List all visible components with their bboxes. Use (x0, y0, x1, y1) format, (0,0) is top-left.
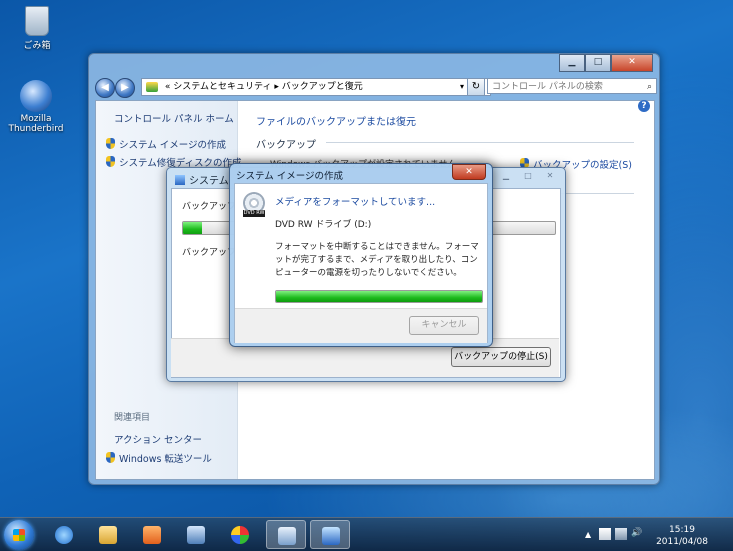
desktop-icon-label: Mozilla Thunderbird (8, 114, 64, 134)
cancel-button: キャンセル (409, 316, 479, 335)
search-placeholder: コントロール パネルの検索 (492, 82, 603, 92)
clock-date: 2011/04/08 (656, 537, 708, 547)
taskbar: ▲ 🔊 15:19 2011/04/08 (0, 517, 733, 551)
address-chevron[interactable]: « (165, 82, 171, 92)
address-dropdown-icon[interactable]: ▾ (460, 79, 464, 95)
shield-icon (106, 138, 115, 149)
windows-logo-icon (13, 529, 25, 541)
clock-time: 15:19 (669, 525, 695, 535)
shield-icon (106, 452, 115, 463)
media-player-icon (143, 526, 161, 544)
close-button[interactable]: ✕ (611, 54, 653, 72)
taskbar-control-panel[interactable] (266, 520, 306, 549)
related-section-title: 関連項目 (114, 413, 151, 423)
dialog-caption-buttons: ▁ □ ✕ (497, 170, 559, 182)
window-caption-buttons: ▁ □ ✕ (559, 54, 653, 72)
taskbar-paint[interactable] (220, 520, 260, 549)
control-panel-icon (278, 527, 296, 545)
dialog-title-text: システム (189, 176, 229, 187)
help-icon[interactable]: ? (638, 100, 650, 112)
back-button[interactable]: ◀ (95, 78, 115, 98)
recycle-bin-icon (25, 6, 49, 36)
internet-explorer-icon (55, 526, 73, 544)
system-image-icon (175, 175, 185, 185)
show-hidden-icons-button[interactable]: ▲ (585, 530, 591, 539)
monitor-icon (187, 526, 205, 544)
close-button[interactable]: ✕ (541, 170, 559, 182)
folder-icon (99, 526, 117, 544)
desktop-icon-thunderbird[interactable]: Mozilla Thunderbird (6, 80, 66, 134)
dialog-title: システム (175, 172, 229, 187)
control-panel-home-link[interactable]: コントロール パネル ホーム (114, 111, 234, 125)
minimize-button[interactable]: ▁ (497, 170, 515, 182)
start-button[interactable] (4, 520, 34, 550)
windows-easy-transfer-link[interactable]: Windows 転送ツール (106, 451, 212, 465)
page-title: ファイルのバックアップまたは復元 (256, 117, 416, 128)
network-icon[interactable] (615, 528, 627, 540)
breadcrumb-backup-restore[interactable]: バックアップと復元 (282, 82, 363, 92)
desktop-icon-recycle-bin[interactable]: ごみ箱 (7, 6, 67, 51)
search-icon[interactable]: ⌕ (647, 79, 652, 95)
format-progress-bar (275, 290, 483, 303)
paint-icon (231, 526, 249, 544)
maximize-button[interactable]: □ (585, 54, 611, 72)
address-bar[interactable]: « システムとセキュリティ ▸ バックアップと復元 ▾ (141, 78, 491, 96)
address-toolbar: ◀ ▶ « システムとセキュリティ ▸ バックアップと復元 ▾ ↻ コントロール… (95, 76, 657, 98)
action-center-flag-icon[interactable] (599, 528, 611, 540)
minimize-button[interactable]: ▁ (559, 54, 585, 72)
taskbar-remote-desktop[interactable] (176, 520, 216, 549)
taskbar-media-player[interactable] (132, 520, 172, 549)
notification-area: ▲ 🔊 15:19 2011/04/08 (583, 522, 723, 548)
link-label: システム イメージの作成 (119, 140, 227, 151)
taskbar-system-image[interactable] (310, 520, 350, 549)
forward-button[interactable]: ▶ (115, 78, 135, 98)
shield-icon (106, 156, 115, 167)
link-label: Windows 転送ツール (119, 454, 212, 465)
breadcrumb-system-security[interactable]: システムとセキュリティ (173, 82, 271, 92)
action-center-link[interactable]: アクション センター (114, 432, 202, 446)
progress-fill (183, 222, 202, 234)
dvd-icon-label: DVD RW (243, 210, 265, 217)
close-button[interactable]: ✕ (452, 164, 486, 180)
desktop-icon-label: ごみ箱 (23, 41, 51, 51)
dialog-footer: キャンセル (235, 308, 487, 343)
breadcrumb-separator[interactable]: ▸ (274, 82, 279, 92)
refresh-button[interactable]: ↻ (467, 78, 485, 96)
taskbar-explorer[interactable] (88, 520, 128, 549)
maximize-button[interactable]: □ (519, 170, 537, 182)
format-media-dialog: システム イメージの作成 ✕ DVD RW メディアをフォーマットしています..… (229, 163, 493, 347)
stop-backup-button[interactable]: バックアップの停止(S) (451, 347, 551, 367)
drive-name: DVD RW ドライブ (D:) (275, 220, 372, 230)
system-clock[interactable]: 15:19 2011/04/08 (647, 524, 717, 548)
taskbar-internet-explorer[interactable] (44, 520, 84, 549)
volume-icon[interactable]: 🔊 (631, 528, 643, 540)
control-panel-icon (146, 81, 158, 92)
backup-section-heading: バックアップ (256, 140, 316, 151)
search-input[interactable]: コントロール パネルの検索 ⌕ (487, 78, 657, 94)
system-image-icon (322, 527, 340, 545)
section-divider (326, 142, 634, 143)
format-warning: フォーマットを中断することはできません。フォーマットが完了するまで、メディアを取… (275, 242, 479, 278)
format-status: メディアをフォーマットしています... (275, 197, 436, 208)
progress-fill (276, 291, 482, 302)
create-system-image-link[interactable]: システム イメージの作成 (106, 137, 226, 151)
dialog-body: DVD RW メディアをフォーマットしています... DVD RW ドライブ (… (234, 183, 488, 343)
dialog-title: システム イメージの作成 (236, 171, 344, 182)
thunderbird-icon (20, 80, 52, 112)
